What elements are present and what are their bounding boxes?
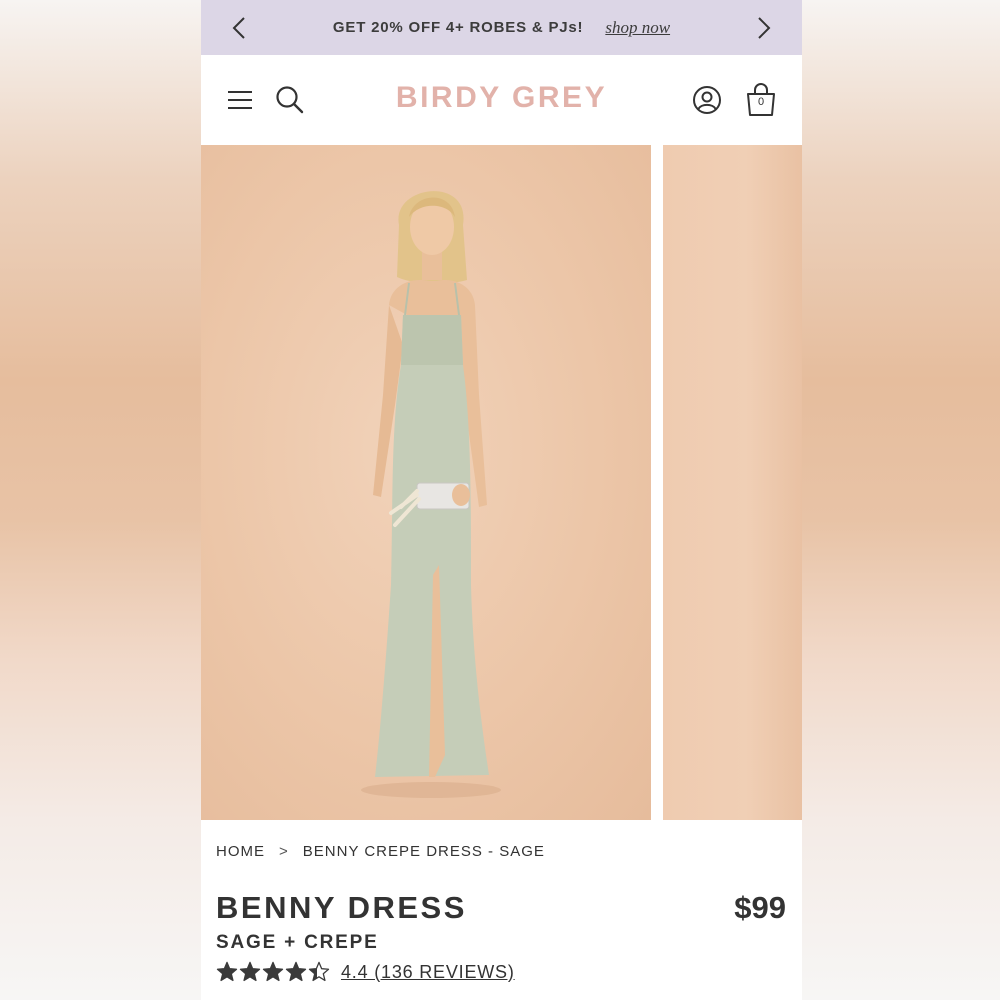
promo-text: GET 20% OFF 4+ ROBES & PJs! (332, 19, 584, 36)
star-icon (216, 961, 238, 982)
promo-shop-now-link[interactable]: shop now (605, 18, 670, 38)
star-icon (262, 961, 284, 982)
product-price: $99 (734, 890, 786, 925)
site-header: BIRDY GREY 0 (201, 55, 802, 145)
cart-button[interactable]: 0 (744, 83, 778, 117)
model-in-dress-image (361, 191, 501, 798)
product-variant: SAGE + CREPE (216, 932, 379, 953)
account-icon (693, 86, 721, 114)
promo-prev-button[interactable] (227, 14, 251, 42)
rating-stars (216, 961, 331, 983)
breadcrumb-current: BENNY CREPE DRESS - SAGE (302, 843, 545, 860)
reviews-link[interactable]: 4.4 (136 REVIEWS) (341, 962, 515, 983)
promo-next-button[interactable] (752, 14, 776, 42)
chevron-right-icon (758, 17, 771, 39)
account-button[interactable] (690, 83, 724, 117)
product-image-main[interactable] (201, 145, 651, 820)
background-right (802, 0, 1000, 1000)
product-image-next[interactable] (663, 145, 802, 820)
chevron-left-icon (232, 17, 245, 39)
product-title: BENNY DRESS (216, 890, 467, 925)
star-icon (285, 961, 307, 982)
breadcrumb-home-link[interactable]: HOME (216, 843, 265, 860)
cart-count-badge: 0 (757, 96, 765, 108)
product-rating: 4.4 (136 REVIEWS) (216, 961, 515, 983)
breadcrumb: HOME > BENNY CREPE DRESS - SAGE (216, 843, 545, 860)
product-image-gallery[interactable] (201, 145, 802, 820)
star-icon (239, 961, 261, 982)
star-icon (308, 961, 330, 982)
background-left (0, 0, 201, 1000)
promo-banner: GET 20% OFF 4+ ROBES & PJs! shop now (201, 0, 802, 55)
product-page: GET 20% OFF 4+ ROBES & PJs! shop now BIR… (201, 0, 802, 1000)
breadcrumb-separator: > (279, 843, 289, 860)
